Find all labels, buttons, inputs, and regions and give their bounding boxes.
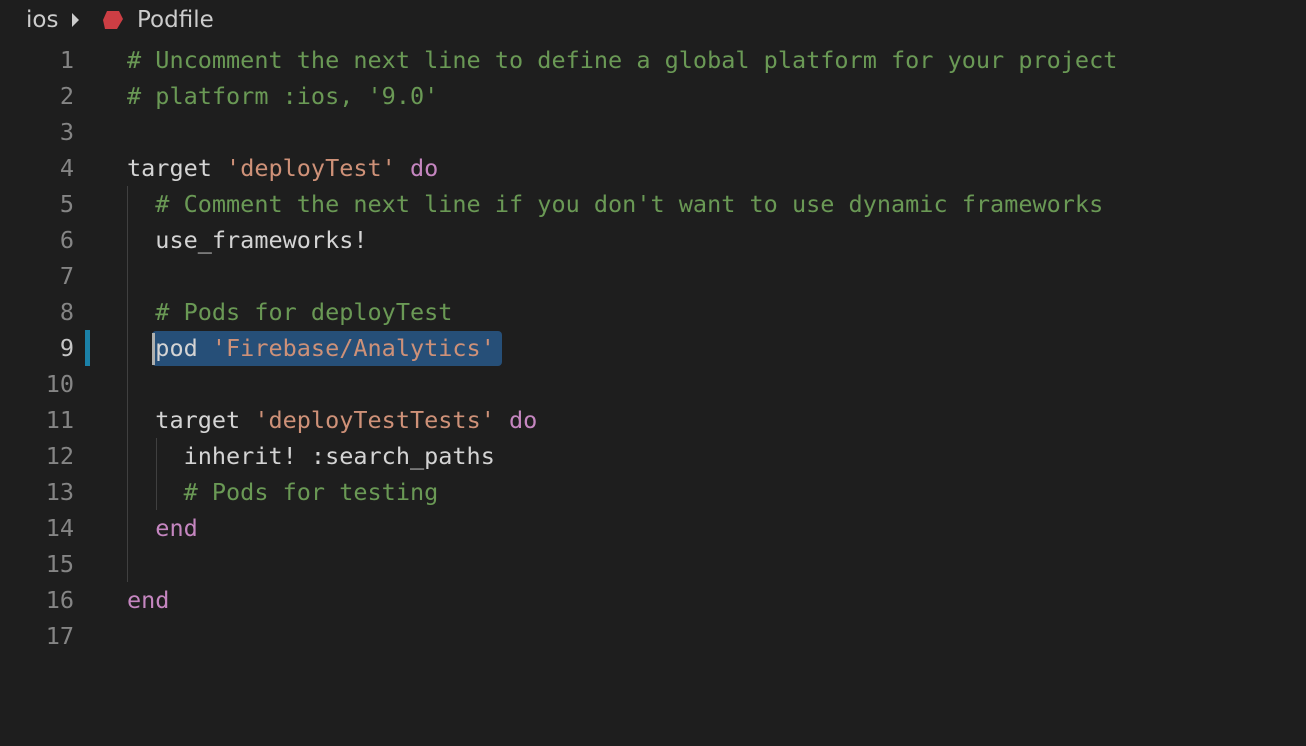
code-line[interactable]: 11 target 'deployTestTests' do — [0, 402, 1306, 438]
code-line[interactable]: 5 # Comment the next line if you don't w… — [0, 186, 1306, 222]
line-number: 5 — [59, 190, 74, 218]
line-number: 1 — [59, 46, 74, 74]
line-code: target 'deployTest' do — [127, 150, 438, 186]
code-line[interactable]: 16 end — [0, 582, 1306, 618]
line-code: # platform :ios, '9.0' — [127, 78, 438, 114]
code-token-keyword: do — [494, 406, 538, 434]
code-line[interactable]: 14 end — [0, 510, 1306, 546]
code-token-string: 'deployTestTests' — [254, 406, 495, 434]
code-token-keyword: end — [127, 586, 170, 614]
code-line[interactable]: 3 — [0, 114, 1306, 150]
line-code: end — [127, 582, 169, 618]
code-line[interactable]: 10 — [0, 366, 1306, 402]
code-token-plain: pod — [127, 334, 212, 362]
code-token-plain: target — [127, 154, 227, 182]
line-code: # Pods for testing — [127, 474, 439, 510]
code-token-keyword: end — [155, 514, 198, 542]
code-token-comment: # Comment the next line if you don't wan… — [155, 190, 1104, 218]
code-token-comment: # Pods for deployTest — [155, 298, 453, 326]
code-token-string: 'Firebase/Analytics' — [211, 334, 495, 362]
line-number: 14 — [45, 514, 74, 542]
line-number: 13 — [45, 478, 74, 506]
code-token-keyword: do — [395, 154, 439, 182]
code-line[interactable]: 1 # Uncomment the next line to define a g… — [0, 42, 1306, 78]
line-code: end — [127, 510, 198, 546]
code-line[interactable]: 6 use_frameworks! — [0, 222, 1306, 258]
code-token-plain: use_frameworks! — [127, 226, 368, 254]
chevron-right-icon — [72, 13, 79, 27]
line-number: 17 — [45, 622, 74, 650]
line-code: # Comment the next line if you don't wan… — [127, 186, 1103, 222]
code-line[interactable]: 8 # Pods for deployTest — [0, 294, 1306, 330]
line-code: pod 'Firebase/Analytics' — [127, 330, 495, 366]
ruby-icon — [103, 11, 123, 29]
code-token-comment: # Uncomment the next line to define a gl… — [127, 46, 1118, 74]
line-code: use_frameworks! — [127, 222, 368, 258]
line-code: target 'deployTestTests' do — [127, 402, 537, 438]
code-token-comment: # Pods for testing — [183, 478, 439, 506]
line-number: 15 — [45, 550, 74, 578]
code-line[interactable]: 7 — [0, 258, 1306, 294]
breadcrumb-folder[interactable]: ios — [26, 7, 58, 33]
code-line[interactable]: 2 # platform :ios, '9.0' — [0, 78, 1306, 114]
line-number: 11 — [45, 406, 74, 434]
line-number: 16 — [45, 586, 74, 614]
line-code: # Uncomment the next line to define a gl… — [127, 42, 1117, 78]
code-line[interactable]: 4 target 'deployTest' do — [0, 150, 1306, 186]
breadcrumb-file[interactable]: Podfile — [137, 7, 214, 33]
code-token-plain: target — [127, 406, 255, 434]
line-number: 3 — [59, 118, 74, 146]
code-token-comment: # platform :ios, '9.0' — [127, 82, 439, 110]
line-number: 2 — [59, 82, 74, 110]
code-line[interactable]: 17 — [0, 618, 1306, 654]
line-number: 10 — [45, 370, 74, 398]
breadcrumb: ios Podfile — [0, 0, 1306, 42]
line-code: inherit! :search_paths — [127, 438, 495, 474]
code-line[interactable]: 12 inherit! :search_paths — [0, 438, 1306, 474]
code-token-string: 'deployTest' — [226, 154, 396, 182]
line-number: 12 — [45, 442, 74, 470]
code-line[interactable]: 13 # Pods for testing — [0, 474, 1306, 510]
code-line[interactable]: 15 — [0, 546, 1306, 582]
line-number: 8 — [59, 298, 74, 326]
code-line[interactable]: 9 pod 'Firebase/Analytics' — [0, 330, 1306, 366]
line-number: 7 — [59, 262, 74, 290]
line-number: 9 — [59, 334, 74, 362]
code-token-plain: inherit! :search_paths — [127, 442, 495, 470]
code-editor[interactable]: 1 # Uncomment the next line to define a g… — [0, 42, 1306, 746]
text-cursor — [152, 333, 155, 365]
line-code: # Pods for deployTest — [127, 294, 452, 330]
line-number: 6 — [59, 226, 74, 254]
line-number: 4 — [59, 154, 74, 182]
